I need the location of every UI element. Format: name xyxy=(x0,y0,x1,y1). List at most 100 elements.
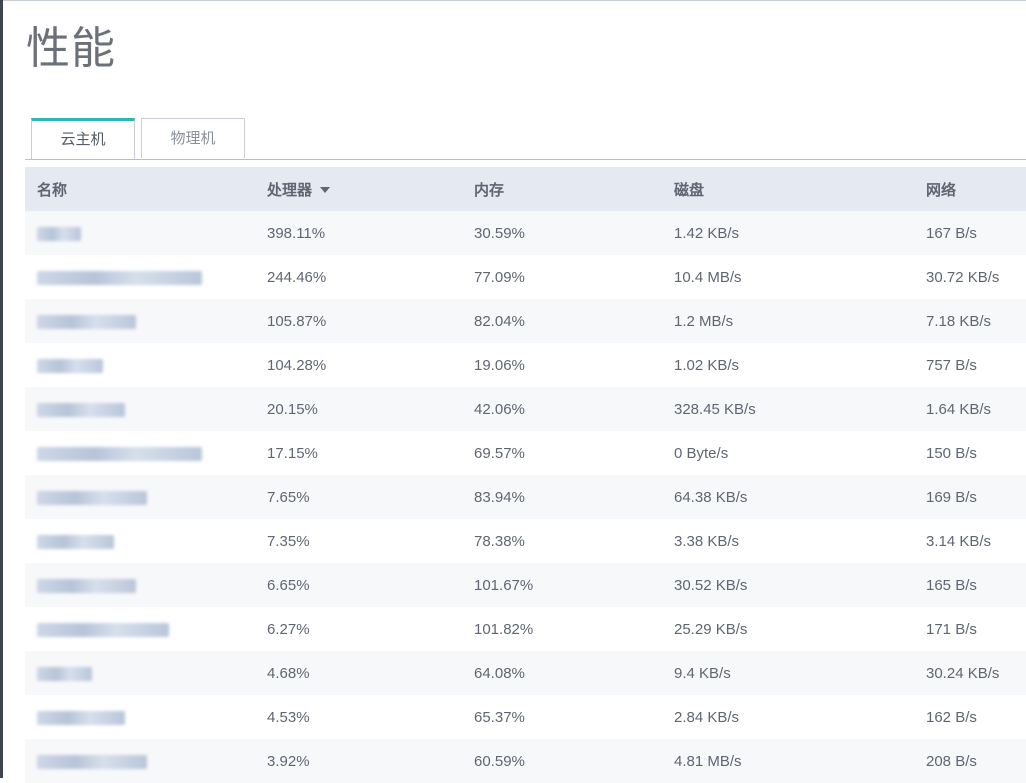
redacted-name xyxy=(37,314,136,329)
cell-disk: 0 Byte/s xyxy=(674,444,729,462)
cell-network: 757 B/s xyxy=(926,356,977,374)
cell-name[interactable] xyxy=(25,695,267,739)
cell-name[interactable] xyxy=(25,563,267,607)
cell-name[interactable] xyxy=(25,431,267,475)
cell-name[interactable] xyxy=(25,255,267,299)
cell-disk: 25.29 KB/s xyxy=(674,620,748,638)
redacted-name xyxy=(37,534,114,549)
table-row[interactable]: 6.27% 101.82% 25.29 KB/s 171 B/s xyxy=(25,607,1026,651)
cell-network: 1.64 KB/s xyxy=(926,400,992,418)
cell-disk: 1.42 KB/s xyxy=(674,224,740,242)
cell-disk: 30.52 KB/s xyxy=(674,576,748,594)
cell-cpu: 104.28% xyxy=(267,356,327,374)
table-header-row: 名称 处理器 内存 磁盘 网络 xyxy=(25,167,1026,211)
cell-cpu: 4.53% xyxy=(267,708,310,726)
cell-disk: 3.38 KB/s xyxy=(674,532,740,550)
table-row[interactable]: 244.46% 77.09% 10.4 MB/s 30.72 KB/s xyxy=(25,255,1026,299)
cell-name[interactable] xyxy=(25,519,267,563)
cell-name[interactable] xyxy=(25,739,267,783)
table-row[interactable]: 4.68% 64.08% 9.4 KB/s 30.24 KB/s xyxy=(25,651,1026,695)
column-header-name[interactable]: 名称 xyxy=(25,167,267,211)
table-row[interactable]: 4.53% 65.37% 2.84 KB/s 162 B/s xyxy=(25,695,1026,739)
column-header-cpu[interactable]: 处理器 xyxy=(267,167,474,211)
cell-disk: 1.2 MB/s xyxy=(674,312,734,330)
cell-cpu: 6.27% xyxy=(267,620,310,638)
cell-network: 150 B/s xyxy=(926,444,977,462)
cell-memory: 19.06% xyxy=(474,356,525,374)
cell-name[interactable] xyxy=(25,607,267,651)
cell-cpu: 6.65% xyxy=(267,576,310,594)
tab-bar: 云主机 物理机 xyxy=(25,118,1026,160)
cell-network: 169 B/s xyxy=(926,488,977,506)
cell-cpu: 7.35% xyxy=(267,532,310,550)
table-row[interactable]: 104.28% 19.06% 1.02 KB/s 757 B/s xyxy=(25,343,1026,387)
column-header-cpu-label: 处理器 xyxy=(267,181,313,199)
cell-memory: 42.06% xyxy=(474,400,525,418)
cell-memory: 30.59% xyxy=(474,224,525,242)
cell-network: 208 B/s xyxy=(926,752,977,770)
cell-memory: 60.59% xyxy=(474,752,525,770)
redacted-name xyxy=(37,226,81,241)
tab-physical-machine[interactable]: 物理机 xyxy=(141,118,245,158)
table-row[interactable]: 6.65% 101.67% 30.52 KB/s 165 B/s xyxy=(25,563,1026,607)
cell-disk: 2.84 KB/s xyxy=(674,708,740,726)
column-header-disk[interactable]: 磁盘 xyxy=(674,167,926,211)
window-edge xyxy=(0,0,3,778)
cell-name[interactable] xyxy=(25,475,267,519)
redacted-name xyxy=(37,622,169,637)
redacted-name xyxy=(37,270,202,285)
cell-cpu: 4.68% xyxy=(267,664,310,682)
table-row[interactable]: 7.35% 78.38% 3.38 KB/s 3.14 KB/s xyxy=(25,519,1026,563)
cell-disk: 4.81 MB/s xyxy=(674,752,742,770)
redacted-name xyxy=(37,358,103,373)
redacted-name xyxy=(37,578,136,593)
redacted-name xyxy=(37,710,125,725)
cell-memory: 101.82% xyxy=(474,620,534,638)
column-header-memory[interactable]: 内存 xyxy=(474,167,674,211)
table-row[interactable]: 105.87% 82.04% 1.2 MB/s 7.18 KB/s xyxy=(25,299,1026,343)
page-title: 性能 xyxy=(26,24,116,73)
table-body: 398.11% 30.59% 1.42 KB/s 167 B/s 244.46% 77.0… xyxy=(25,211,1026,783)
cell-network: 171 B/s xyxy=(926,620,977,638)
cell-network: 30.24 KB/s xyxy=(926,664,1000,682)
cell-memory: 101.67% xyxy=(474,576,534,594)
cell-memory: 78.38% xyxy=(474,532,525,550)
cell-name[interactable] xyxy=(25,343,267,387)
table-row[interactable]: 3.92% 60.59% 4.81 MB/s 208 B/s xyxy=(25,739,1026,783)
cell-name[interactable] xyxy=(25,651,267,695)
cell-cpu: 17.15% xyxy=(267,444,318,462)
tab-cloud-host[interactable]: 云主机 xyxy=(31,118,135,159)
cell-cpu: 398.11% xyxy=(267,224,326,242)
cell-network: 7.18 KB/s xyxy=(926,312,992,330)
cell-disk: 9.4 KB/s xyxy=(674,664,731,682)
cell-network: 3.14 KB/s xyxy=(926,532,992,550)
cell-name[interactable] xyxy=(25,387,267,431)
cell-cpu: 244.46% xyxy=(267,268,327,286)
cell-cpu: 7.65% xyxy=(267,488,310,506)
table-row[interactable]: 20.15% 42.06% 328.45 KB/s 1.64 KB/s xyxy=(25,387,1026,431)
cell-cpu: 3.92% xyxy=(267,752,310,770)
top-divider xyxy=(3,0,1026,1)
cell-network: 162 B/s xyxy=(926,708,977,726)
cell-network: 165 B/s xyxy=(926,576,977,594)
cell-network: 167 B/s xyxy=(926,224,977,242)
redacted-name xyxy=(37,490,147,505)
table-row[interactable]: 398.11% 30.59% 1.42 KB/s 167 B/s xyxy=(25,211,1026,255)
cell-cpu: 105.87% xyxy=(267,312,327,330)
cell-name[interactable] xyxy=(25,211,267,255)
table-row[interactable]: 17.15% 69.57% 0 Byte/s 150 B/s xyxy=(25,431,1026,475)
cell-memory: 77.09% xyxy=(474,268,525,286)
cell-memory: 69.57% xyxy=(474,444,525,462)
cell-memory: 82.04% xyxy=(474,312,525,330)
table-row[interactable]: 7.65% 83.94% 64.38 KB/s 169 B/s xyxy=(25,475,1026,519)
redacted-name xyxy=(37,666,92,681)
cell-memory: 83.94% xyxy=(474,488,525,506)
column-header-network[interactable]: 网络 xyxy=(926,167,1026,211)
cell-disk: 328.45 KB/s xyxy=(674,400,756,418)
cell-disk: 1.02 KB/s xyxy=(674,356,740,374)
redacted-name xyxy=(37,402,125,417)
cell-memory: 64.08% xyxy=(474,664,525,682)
performance-table: 名称 处理器 内存 磁盘 网络 398.11% 30.59% 1.42 KB/s 16… xyxy=(25,167,1026,783)
cell-name[interactable] xyxy=(25,299,267,343)
redacted-name xyxy=(37,754,147,769)
